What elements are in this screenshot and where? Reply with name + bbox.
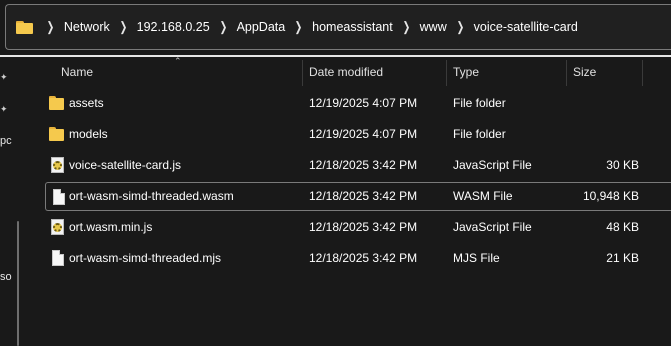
file-type: File folder [453,96,506,110]
file-row-ort-wasm-min-js[interactable]: ort.wasm.min.js 12/18/2025 3:42 PM JavaS… [45,213,671,242]
column-divider[interactable] [566,60,567,86]
column-divider[interactable] [446,60,447,86]
file-date: 12/18/2025 3:42 PM [309,158,418,172]
folder-icon [49,96,64,111]
file-row-ort-wasm-simd-threaded-wasm[interactable]: ort-wasm-simd-threaded.wasm 12/18/2025 3… [45,182,671,211]
file-size [563,120,639,149]
file-row-voice-satellite-card-js[interactable]: voice-satellite-card.js 12/18/2025 3:42 … [45,151,671,180]
chevron-right-icon[interactable]: ❯ [47,19,55,35]
file-date: 12/19/2025 4:07 PM [309,96,418,110]
breadcrumb-current-folder[interactable]: voice-satellite-card [474,20,578,34]
file-name: ort-wasm-simd-threaded.mjs [69,251,222,265]
breadcrumb-www[interactable]: www [420,20,447,34]
pin-icon[interactable]: ✦ [0,104,8,114]
file-date: 12/18/2025 3:42 PM [309,189,418,203]
chevron-right-icon[interactable]: ❯ [295,19,303,35]
javascript-file-icon [51,157,64,173]
column-size[interactable]: Size [573,58,596,86]
file-row-assets[interactable]: assets 12/19/2025 4:07 PM File folder [45,89,671,118]
nav-scrollbar[interactable] [17,221,19,346]
file-size: 30 KB [606,158,639,172]
chevron-right-icon[interactable]: ❯ [119,19,127,35]
file-size: 10,948 KB [582,189,639,203]
address-bar[interactable]: ❯ Network ❯ 192.168.0.25 ❯ AppData ❯ hom… [5,4,671,50]
javascript-file-icon [51,219,64,235]
chevron-right-icon[interactable]: ❯ [402,19,410,35]
breadcrumb-network[interactable]: Network [64,20,110,34]
column-header: ⌃ Name Date modified Type Size [28,56,671,86]
nav-item-label[interactable]: pc [0,135,12,147]
file-name: assets [69,96,104,110]
folder-icon [16,20,33,34]
file-type: JavaScript File [453,220,532,234]
column-divider[interactable] [642,60,643,86]
file-icon [52,250,64,266]
file-name: ort.wasm.min.js [69,220,153,234]
file-date: 12/18/2025 3:42 PM [309,251,418,265]
file-date: 12/19/2025 4:07 PM [309,127,418,141]
folder-icon [49,127,64,142]
column-divider[interactable] [302,60,303,86]
chevron-right-icon[interactable]: ❯ [219,19,227,35]
file-type: JavaScript File [453,158,532,172]
chevron-right-icon[interactable]: ❯ [456,19,464,35]
breadcrumb: ❯ Network ❯ 192.168.0.25 ❯ AppData ❯ hom… [37,19,578,35]
column-name[interactable]: Name [61,58,93,86]
file-name: voice-satellite-card.js [69,158,182,172]
sort-up-icon: ⌃ [174,56,182,66]
nav-item-label[interactable]: so [0,271,12,283]
column-date-modified[interactable]: Date modified [309,58,383,86]
file-size [563,89,639,118]
file-type: WASM File [453,189,513,203]
file-name: models [69,127,108,141]
file-row-ort-wasm-simd-threaded-mjs[interactable]: ort-wasm-simd-threaded.mjs 12/18/2025 3:… [45,244,671,273]
file-name: ort-wasm-simd-threaded.wasm [69,189,234,203]
file-date: 12/18/2025 3:42 PM [309,220,418,234]
navigation-pane: ✦ ✦ pc so [0,58,28,346]
file-size: 48 KB [606,220,639,234]
file-icon [53,189,65,205]
breadcrumb-appdata[interactable]: AppData [237,20,286,34]
breadcrumb-host[interactable]: 192.168.0.25 [137,20,210,34]
file-row-models[interactable]: models 12/19/2025 4:07 PM File folder [45,120,671,149]
divider [0,55,671,57]
breadcrumb-homeassistant[interactable]: homeassistant [312,20,393,34]
pin-icon[interactable]: ✦ [0,72,8,82]
file-size: 21 KB [606,251,639,265]
file-type: MJS File [453,251,500,265]
column-type[interactable]: Type [453,58,479,86]
file-type: File folder [453,127,506,141]
